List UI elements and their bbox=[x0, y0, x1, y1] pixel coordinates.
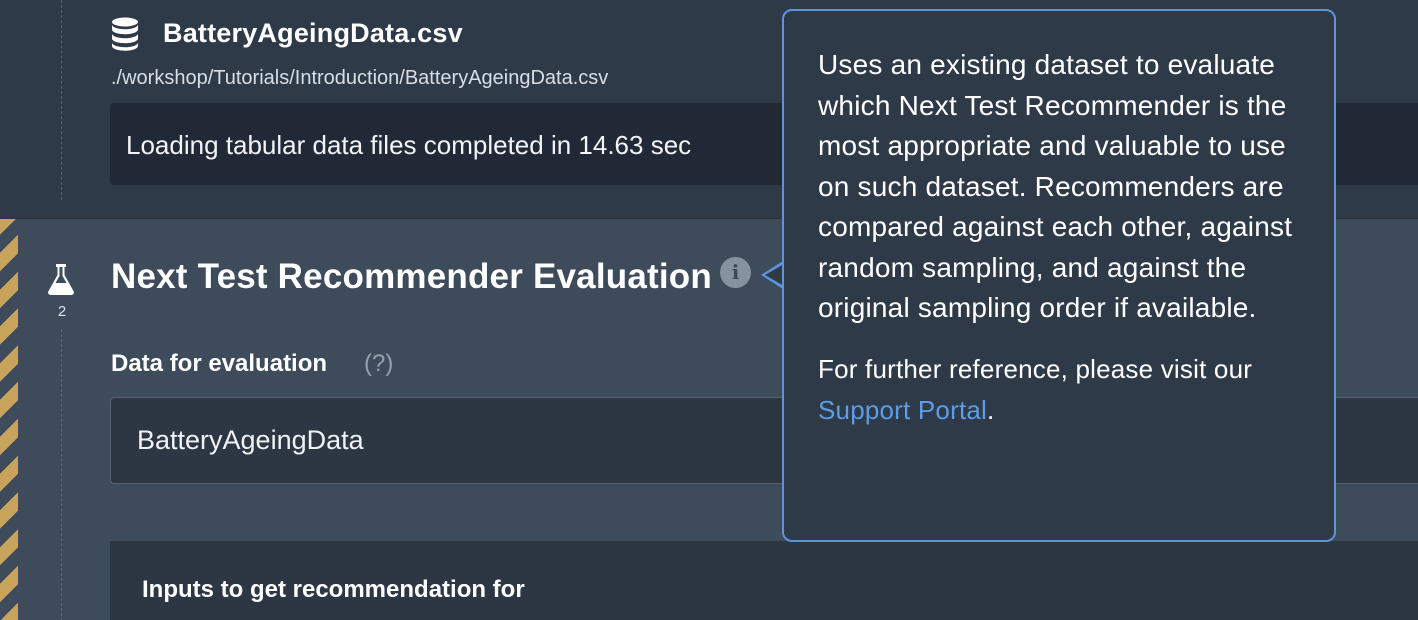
active-step-stripe bbox=[0, 219, 18, 620]
step-number: 2 bbox=[57, 303, 67, 320]
timeline-connector bbox=[61, 329, 62, 620]
log-message: Loading tabular data files completed in … bbox=[126, 130, 692, 160]
file-path: ./workshop/Tutorials/Introduction/Batter… bbox=[111, 67, 609, 89]
support-portal-link[interactable]: Support Portal bbox=[818, 395, 987, 425]
timeline-connector bbox=[61, 0, 62, 200]
data-for-evaluation-label: Data for evaluation bbox=[111, 350, 328, 377]
tooltip-description: Uses an existing dataset to evaluate whi… bbox=[818, 49, 1293, 323]
workflow-page: BatteryAgeingData.csv ./workshop/Tutoria… bbox=[0, 0, 1418, 620]
selected-dataset-value: BatteryAgeingData bbox=[137, 425, 364, 455]
tooltip-reference: For further reference, please visit our … bbox=[818, 349, 1304, 431]
inputs-section-title: Inputs to get recommendation for bbox=[142, 576, 525, 603]
inputs-panel: Inputs to get recommendation for bbox=[110, 541, 1418, 620]
tooltip-reference-prefix: For further reference, please visit our bbox=[818, 353, 1253, 384]
tooltip-reference-suffix: . bbox=[987, 394, 995, 425]
help-hint[interactable]: (?) bbox=[364, 350, 393, 378]
info-icon[interactable]: i bbox=[720, 257, 751, 288]
database-icon bbox=[112, 17, 138, 51]
info-tooltip: Uses an existing dataset to evaluate whi… bbox=[782, 9, 1336, 542]
file-title: BatteryAgeingData.csv bbox=[163, 18, 463, 48]
flask-icon bbox=[48, 264, 74, 295]
step-title: Next Test Recommender Evaluation bbox=[111, 257, 712, 296]
